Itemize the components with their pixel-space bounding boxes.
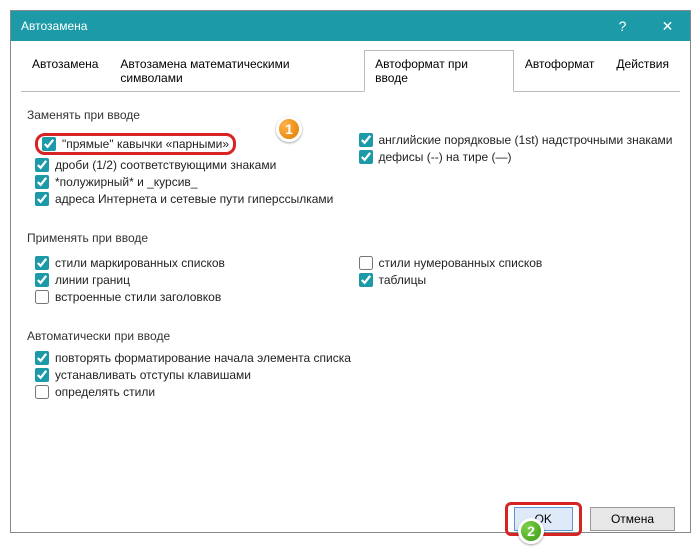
cb-tables[interactable] — [359, 273, 373, 287]
cb-repeat-format[interactable] — [35, 351, 49, 365]
lbl-hyphens: дефисы (--) на тире (—) — [379, 150, 512, 164]
lbl-border-lines: линии границ — [55, 273, 130, 287]
cb-bullet-styles[interactable] — [35, 256, 49, 270]
tab-autoformat-typing[interactable]: Автоформат при вводе — [364, 50, 514, 92]
callout-1: 1 — [276, 116, 302, 142]
lbl-bold-italic: *полужирный* и _курсив_ — [55, 175, 197, 189]
dialog-window: Автозамена ? ✕ Автозамена Автозамена мат… — [10, 10, 691, 533]
cb-heading-styles[interactable] — [35, 290, 49, 304]
lbl-bullet-styles: стили маркированных списков — [55, 256, 225, 270]
tab-actions[interactable]: Действия — [605, 50, 680, 92]
titlebar: Автозамена ? ✕ — [11, 11, 690, 41]
lbl-heading-styles: встроенные стили заголовков — [55, 290, 221, 304]
cancel-button[interactable]: Отмена — [590, 507, 675, 531]
cb-bold-italic[interactable] — [35, 175, 49, 189]
lbl-straight-quotes: "прямые" кавычки «парными» — [62, 137, 229, 151]
close-button[interactable]: ✕ — [645, 11, 690, 41]
tab-math-autocorrect[interactable]: Автозамена математическими символами — [109, 50, 364, 92]
lbl-tab-indents: устанавливать отступы клавишами — [55, 368, 251, 382]
cb-border-lines[interactable] — [35, 273, 49, 287]
cb-fractions[interactable] — [35, 158, 49, 172]
cb-internet-paths[interactable] — [35, 192, 49, 206]
tab-autoformat[interactable]: Автоформат — [514, 50, 606, 92]
lbl-tables: таблицы — [379, 273, 427, 287]
cb-ordinals[interactable] — [359, 133, 373, 147]
group1-title: Заменять при вводе — [27, 108, 674, 122]
cb-define-styles[interactable] — [35, 385, 49, 399]
window-title: Автозамена — [21, 19, 600, 33]
cb-tab-indents[interactable] — [35, 368, 49, 382]
lbl-ordinals: английские порядковые (1st) надстрочными… — [379, 133, 673, 147]
tab-bar: Автозамена Автозамена математическими си… — [21, 49, 680, 92]
group2-title: Применять при вводе — [27, 231, 674, 245]
lbl-fractions: дроби (1/2) соответствующими знаками — [55, 158, 276, 172]
lbl-define-styles: определять стили — [55, 385, 155, 399]
cb-numbered-styles[interactable] — [359, 256, 373, 270]
callout-2: 2 — [518, 518, 544, 544]
lbl-internet-paths: адреса Интернета и сетевые пути гиперссы… — [55, 192, 333, 206]
lbl-numbered-styles: стили нумерованных списков — [379, 256, 543, 270]
tab-autocorrect[interactable]: Автозамена — [21, 50, 109, 92]
content-area: Заменять при вводе "прямые" кавычки «пар… — [11, 92, 690, 414]
group3-title: Автоматически при вводе — [27, 329, 674, 343]
cb-straight-quotes[interactable] — [42, 137, 56, 151]
help-button[interactable]: ? — [600, 11, 645, 41]
highlight-box-1: "прямые" кавычки «парными» — [35, 133, 236, 155]
lbl-repeat-format: повторять форматирование начала элемента… — [55, 351, 351, 365]
cb-hyphens[interactable] — [359, 150, 373, 164]
